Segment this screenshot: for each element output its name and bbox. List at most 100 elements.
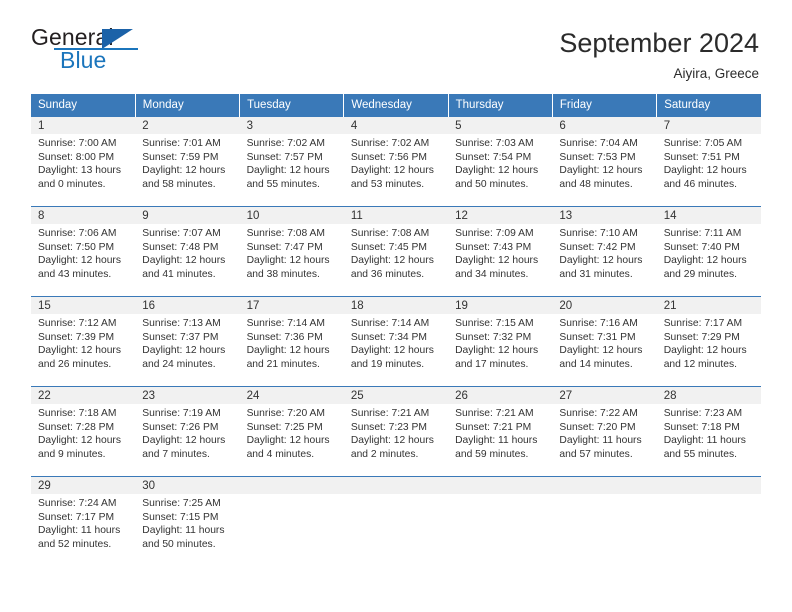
day-info-daylight1: Daylight: 12 hours bbox=[246, 345, 330, 357]
day-sun-info: Sunrise: 7:21 AM Sunset: 7:21 PM Daylight:… bbox=[448, 404, 552, 461]
day-number: 26 bbox=[448, 387, 553, 405]
day-number: 4 bbox=[343, 117, 449, 135]
day-info-sunset: Sunset: 7:48 PM bbox=[142, 241, 219, 253]
calendar-day-cell[interactable]: 17 Sunrise: 7:14 AM Sunset: 7:36 PM Dayligh… bbox=[239, 296, 344, 387]
day-info-sunrise: Sunrise: 7:03 AM bbox=[455, 138, 534, 150]
calendar-day-cell[interactable]: 30 Sunrise: 7:25 AM Sunset: 7:15 PM Dayligh… bbox=[135, 476, 240, 567]
calendar-day-cell[interactable]: 1 Sunrise: 7:00 AM Sunset: 8:00 PM Daylight… bbox=[31, 116, 136, 207]
day-sun-info: Sunrise: 7:16 AM Sunset: 7:31 PM Daylight:… bbox=[552, 314, 656, 371]
day-info-daylight1: Daylight: 12 hours bbox=[663, 345, 747, 357]
day-sun-info: Sunrise: 7:01 AM Sunset: 7:59 PM Daylight:… bbox=[135, 134, 239, 191]
calendar-day-cell[interactable]: 7 Sunrise: 7:05 AM Sunset: 7:51 PM Daylight… bbox=[656, 116, 761, 207]
day-number: 2 bbox=[135, 117, 240, 135]
day-info-daylight2: and 17 minutes. bbox=[455, 358, 529, 370]
day-info-daylight2: and 50 minutes. bbox=[142, 538, 216, 550]
day-info-daylight1: Daylight: 12 hours bbox=[350, 345, 434, 357]
calendar-day-cell[interactable]: 15 Sunrise: 7:12 AM Sunset: 7:39 PM Dayligh… bbox=[31, 296, 136, 387]
day-info-sunset: Sunset: 8:00 PM bbox=[38, 151, 115, 163]
day-info-daylight2: and 19 minutes. bbox=[350, 358, 425, 370]
calendar-day-cell[interactable]: 14 Sunrise: 7:11 AM Sunset: 7:40 PM Dayligh… bbox=[656, 206, 761, 297]
day-info-daylight2: and 14 minutes. bbox=[559, 358, 633, 370]
day-sun-info: Sunrise: 7:04 AM Sunset: 7:53 PM Daylight:… bbox=[552, 134, 656, 191]
calendar-day-cell[interactable]: 16 Sunrise: 7:13 AM Sunset: 7:37 PM Dayligh… bbox=[135, 296, 240, 387]
calendar-day-cell[interactable]: 3 Sunrise: 7:02 AM Sunset: 7:57 PM Daylight… bbox=[239, 116, 344, 207]
day-info-sunrise: Sunrise: 7:09 AM bbox=[455, 228, 534, 240]
day-info-sunset: Sunset: 7:31 PM bbox=[559, 331, 636, 343]
day-info-sunset: Sunset: 7:56 PM bbox=[350, 151, 427, 163]
calendar-day-cell[interactable]: 6 Sunrise: 7:04 AM Sunset: 7:53 PM Daylight… bbox=[552, 116, 657, 207]
calendar-day-cell[interactable]: 27 Sunrise: 7:22 AM Sunset: 7:20 PM Dayligh… bbox=[552, 386, 657, 477]
day-info-daylight1: Daylight: 11 hours bbox=[663, 435, 746, 447]
day-info-sunrise: Sunrise: 7:17 AM bbox=[663, 318, 743, 330]
day-info-sunrise: Sunrise: 7:04 AM bbox=[559, 138, 638, 150]
day-info-daylight2: and 55 minutes. bbox=[246, 178, 320, 190]
day-number: 8 bbox=[31, 207, 136, 225]
day-info-sunrise: Sunrise: 7:14 AM bbox=[246, 318, 325, 330]
calendar-day-cell[interactable]: 4 Sunrise: 7:02 AM Sunset: 7:56 PM Daylight… bbox=[343, 116, 449, 207]
day-info-daylight1: Daylight: 12 hours bbox=[559, 165, 643, 177]
day-info-daylight2: and 53 minutes. bbox=[350, 178, 425, 190]
calendar-table: Sunday Monday Tuesday Wednesday Thursday… bbox=[31, 94, 761, 567]
day-info-daylight1: Daylight: 12 hours bbox=[559, 255, 643, 267]
day-info-sunset: Sunset: 7:42 PM bbox=[559, 241, 636, 253]
day-info-daylight2: and 4 minutes. bbox=[246, 448, 315, 460]
day-sun-info: Sunrise: 7:09 AM Sunset: 7:43 PM Daylight:… bbox=[448, 224, 552, 281]
day-info-daylight2: and 46 minutes. bbox=[663, 178, 737, 190]
day-info-daylight2: and 58 minutes. bbox=[142, 178, 216, 190]
day-info-daylight2: and 36 minutes. bbox=[350, 268, 425, 280]
day-info-daylight2: and 59 minutes. bbox=[455, 448, 529, 460]
calendar-day-cell[interactable]: 11 Sunrise: 7:08 AM Sunset: 7:45 PM Dayligh… bbox=[343, 206, 449, 297]
calendar-day-cell[interactable]: 21 Sunrise: 7:17 AM Sunset: 7:29 PM Dayligh… bbox=[656, 296, 761, 387]
day-info-sunrise: Sunrise: 7:05 AM bbox=[663, 138, 743, 150]
day-sun-info: Sunrise: 7:23 AM Sunset: 7:18 PM Daylight:… bbox=[657, 404, 761, 461]
day-sun-info: Sunrise: 7:06 AM Sunset: 7:50 PM Daylight:… bbox=[31, 224, 135, 281]
calendar-day-cell[interactable]: 29 Sunrise: 7:24 AM Sunset: 7:17 PM Dayligh… bbox=[31, 476, 136, 567]
day-info-sunrise: Sunrise: 7:02 AM bbox=[350, 138, 430, 150]
day-number bbox=[239, 477, 344, 495]
day-info-sunrise: Sunrise: 7:22 AM bbox=[559, 408, 638, 420]
calendar-day-cell[interactable]: 8 Sunrise: 7:06 AM Sunset: 7:50 PM Daylight… bbox=[31, 206, 136, 297]
day-info-daylight2: and 43 minutes. bbox=[38, 268, 112, 280]
day-info-sunset: Sunset: 7:47 PM bbox=[246, 241, 323, 253]
calendar-day-cell[interactable]: 28 Sunrise: 7:23 AM Sunset: 7:18 PM Dayligh… bbox=[656, 386, 761, 477]
day-info-sunrise: Sunrise: 7:23 AM bbox=[663, 408, 743, 420]
calendar-day-cell[interactable]: 26 Sunrise: 7:21 AM Sunset: 7:21 PM Dayligh… bbox=[448, 386, 553, 477]
calendar-day-cell[interactable]: 20 Sunrise: 7:16 AM Sunset: 7:31 PM Dayligh… bbox=[552, 296, 657, 387]
calendar-day-cell[interactable]: 22 Sunrise: 7:18 AM Sunset: 7:28 PM Dayligh… bbox=[31, 386, 136, 477]
day-number: 17 bbox=[239, 297, 344, 315]
calendar-day-cell[interactable]: 13 Sunrise: 7:10 AM Sunset: 7:42 PM Dayligh… bbox=[552, 206, 657, 297]
calendar-week-row: 8 Sunrise: 7:06 AM Sunset: 7:50 PM Daylight… bbox=[31, 206, 761, 297]
brand-logo[interactable]: General Blue bbox=[31, 26, 141, 74]
day-number: 27 bbox=[552, 387, 657, 405]
day-info-daylight1: Daylight: 12 hours bbox=[350, 435, 434, 447]
day-info-sunset: Sunset: 7:50 PM bbox=[38, 241, 115, 253]
day-info-sunset: Sunset: 7:28 PM bbox=[38, 421, 115, 433]
day-info-sunset: Sunset: 7:32 PM bbox=[455, 331, 532, 343]
day-info-sunrise: Sunrise: 7:14 AM bbox=[350, 318, 430, 330]
day-info-sunset: Sunset: 7:54 PM bbox=[455, 151, 532, 163]
calendar-day-cell[interactable]: 19 Sunrise: 7:15 AM Sunset: 7:32 PM Dayligh… bbox=[448, 296, 553, 387]
calendar-day-cell[interactable]: 2 Sunrise: 7:01 AM Sunset: 7:59 PM Daylight… bbox=[135, 116, 240, 207]
day-info-sunset: Sunset: 7:23 PM bbox=[350, 421, 427, 433]
day-number: 7 bbox=[656, 117, 761, 135]
day-number: 28 bbox=[656, 387, 761, 405]
calendar-empty-cell bbox=[343, 476, 449, 567]
calendar-page: General Blue September 2024 Aiyira, Gree… bbox=[0, 0, 792, 612]
day-info-sunrise: Sunrise: 7:08 AM bbox=[350, 228, 430, 240]
calendar-day-cell[interactable]: 18 Sunrise: 7:14 AM Sunset: 7:34 PM Dayligh… bbox=[343, 296, 449, 387]
calendar-day-cell[interactable]: 25 Sunrise: 7:21 AM Sunset: 7:23 PM Dayligh… bbox=[343, 386, 449, 477]
calendar-day-cell[interactable]: 23 Sunrise: 7:19 AM Sunset: 7:26 PM Dayligh… bbox=[135, 386, 240, 477]
day-info-sunset: Sunset: 7:45 PM bbox=[350, 241, 427, 253]
calendar-day-cell[interactable]: 24 Sunrise: 7:20 AM Sunset: 7:25 PM Dayligh… bbox=[239, 386, 344, 477]
day-info-daylight2: and 34 minutes. bbox=[455, 268, 529, 280]
day-info-sunrise: Sunrise: 7:00 AM bbox=[38, 138, 117, 150]
calendar-day-cell[interactable]: 5 Sunrise: 7:03 AM Sunset: 7:54 PM Daylight… bbox=[448, 116, 553, 207]
calendar-day-cell[interactable]: 9 Sunrise: 7:07 AM Sunset: 7:48 PM Daylight… bbox=[135, 206, 240, 297]
day-info-daylight2: and 9 minutes. bbox=[38, 448, 106, 460]
day-sun-info: Sunrise: 7:24 AM Sunset: 7:17 PM Daylight:… bbox=[31, 494, 135, 551]
calendar-week-row: 15 Sunrise: 7:12 AM Sunset: 7:39 PM Dayligh… bbox=[31, 296, 761, 387]
day-number: 21 bbox=[656, 297, 761, 315]
calendar-day-cell[interactable]: 12 Sunrise: 7:09 AM Sunset: 7:43 PM Dayligh… bbox=[448, 206, 553, 297]
day-info-sunset: Sunset: 7:29 PM bbox=[663, 331, 740, 343]
calendar-day-cell[interactable]: 10 Sunrise: 7:08 AM Sunset: 7:47 PM Dayligh… bbox=[239, 206, 344, 297]
